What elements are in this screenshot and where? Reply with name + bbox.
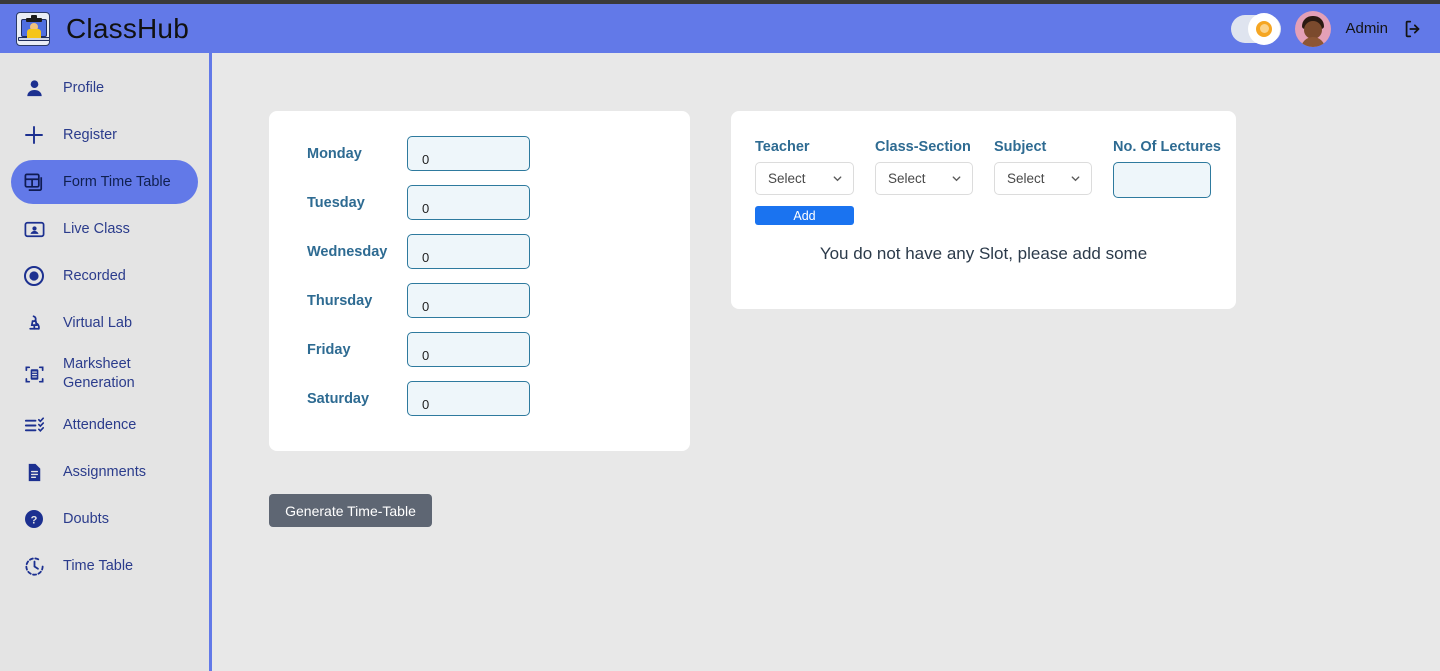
avatar[interactable] (1295, 10, 1332, 47)
lectures-input[interactable] (1113, 162, 1211, 198)
app-root: ClassHub Admin Profile Register Form Tim… (0, 0, 1440, 671)
sidebar-item-form-time-table[interactable]: Form Time Table (11, 160, 198, 204)
theme-toggle-knob (1248, 12, 1281, 45)
day-row: Tuesday (307, 185, 530, 220)
sidebar: Profile Register Form Time Table Live Cl… (0, 53, 209, 671)
sidebar-item-label: Form Time Table (63, 173, 171, 190)
user-icon (21, 75, 47, 101)
document-icon (21, 459, 47, 485)
subject-select-value: Select (1007, 171, 1045, 186)
teacher-select-value: Select (768, 171, 806, 186)
day-input-monday[interactable] (407, 136, 530, 171)
sidebar-item-label: Recorded (63, 267, 126, 284)
day-input-thursday[interactable] (407, 283, 530, 318)
day-row: Thursday (307, 283, 530, 318)
add-slot-button[interactable]: Add (755, 206, 854, 225)
table-grid-icon (21, 169, 47, 195)
sun-icon (1256, 20, 1273, 37)
day-label: Monday (307, 145, 362, 162)
brand[interactable]: ClassHub (0, 11, 189, 46)
brand-name: ClassHub (66, 12, 189, 44)
video-card-icon (21, 216, 47, 242)
sidebar-item-attendence[interactable]: Attendence (11, 403, 198, 447)
sidebar-item-label: Register (63, 126, 117, 143)
teacher-select[interactable]: Select (755, 162, 854, 195)
sidebar-item-label: Assignments (63, 463, 147, 480)
sidebar-item-time-table[interactable]: Time Table (11, 544, 198, 588)
day-label: Tuesday (307, 194, 365, 211)
sidebar-item-label: Virtual Lab (63, 314, 133, 331)
sidebar-item-marksheet-generation[interactable]: Marksheet Generation (11, 348, 198, 400)
slot-builder-card: Teacher Class-Section Subject No. Of Lec… (731, 111, 1236, 309)
day-label: Saturday (307, 390, 370, 407)
header-right-group: Admin (1231, 10, 1440, 47)
class-section-select-value: Select (888, 171, 926, 186)
student-laptop-logo-icon (16, 11, 50, 46)
day-row: Friday (307, 332, 530, 367)
microscope-icon (21, 310, 47, 336)
sidebar-item-label: Doubts (63, 510, 109, 527)
column-header-subject: Subject (994, 139, 1047, 155)
checklist-icon (21, 412, 47, 438)
sidebar-item-label: Time Table (63, 557, 134, 574)
day-label: Thursday (307, 292, 373, 309)
chevron-down-icon (1071, 176, 1080, 182)
chevron-down-icon (952, 176, 961, 182)
subject-select[interactable]: Select (994, 162, 1092, 195)
record-circle-icon (21, 263, 47, 289)
column-header-teacher: Teacher (755, 139, 810, 155)
question-circle-icon: ? (21, 506, 47, 532)
logout-icon[interactable] (1402, 18, 1424, 40)
sidebar-item-live-class[interactable]: Live Class (11, 207, 198, 251)
sidebar-item-label: Profile (63, 79, 105, 96)
class-section-select[interactable]: Select (875, 162, 973, 195)
day-row: Saturday (307, 381, 530, 416)
empty-slots-message: You do not have any Slot, please add som… (819, 244, 1148, 263)
sidebar-item-assignments[interactable]: Assignments (11, 450, 198, 494)
sidebar-item-profile[interactable]: Profile (11, 66, 198, 110)
clock-icon (21, 553, 47, 579)
weekday-lectures-card: Monday Tuesday Wednesday Thursday Friday (269, 111, 690, 451)
sidebar-item-virtual-lab[interactable]: Virtual Lab (11, 301, 198, 345)
day-input-saturday[interactable] (407, 381, 530, 416)
plus-icon (21, 122, 47, 148)
app-header: ClassHub Admin (0, 4, 1440, 53)
day-input-tuesday[interactable] (407, 185, 530, 220)
marksheet-scan-icon (21, 361, 47, 387)
sidebar-item-register[interactable]: Register (11, 113, 198, 157)
day-input-wednesday[interactable] (407, 234, 530, 269)
main-content: Monday Tuesday Wednesday Thursday Friday (212, 53, 1440, 671)
day-row: Monday (307, 136, 530, 171)
sidebar-item-label: Marksheet Generation (63, 356, 135, 391)
day-input-friday[interactable] (407, 332, 530, 367)
day-label: Friday (307, 341, 351, 358)
svg-text:?: ? (31, 515, 38, 527)
day-label: Wednesday (307, 243, 388, 260)
sidebar-item-label: Live Class (63, 220, 130, 237)
day-row: Wednesday (307, 234, 530, 269)
sidebar-item-doubts[interactable]: ? Doubts (11, 497, 198, 541)
theme-toggle[interactable] (1231, 12, 1282, 45)
chevron-down-icon (833, 176, 842, 182)
column-header-class-section: Class-Section (875, 139, 971, 155)
sidebar-item-label: Attendence (63, 416, 137, 433)
column-header-lectures: No. Of Lectures (1113, 139, 1221, 155)
admin-label: Admin (1345, 20, 1388, 37)
sidebar-item-recorded[interactable]: Recorded (11, 254, 198, 298)
generate-time-table-button[interactable]: Generate Time-Table (269, 494, 432, 527)
